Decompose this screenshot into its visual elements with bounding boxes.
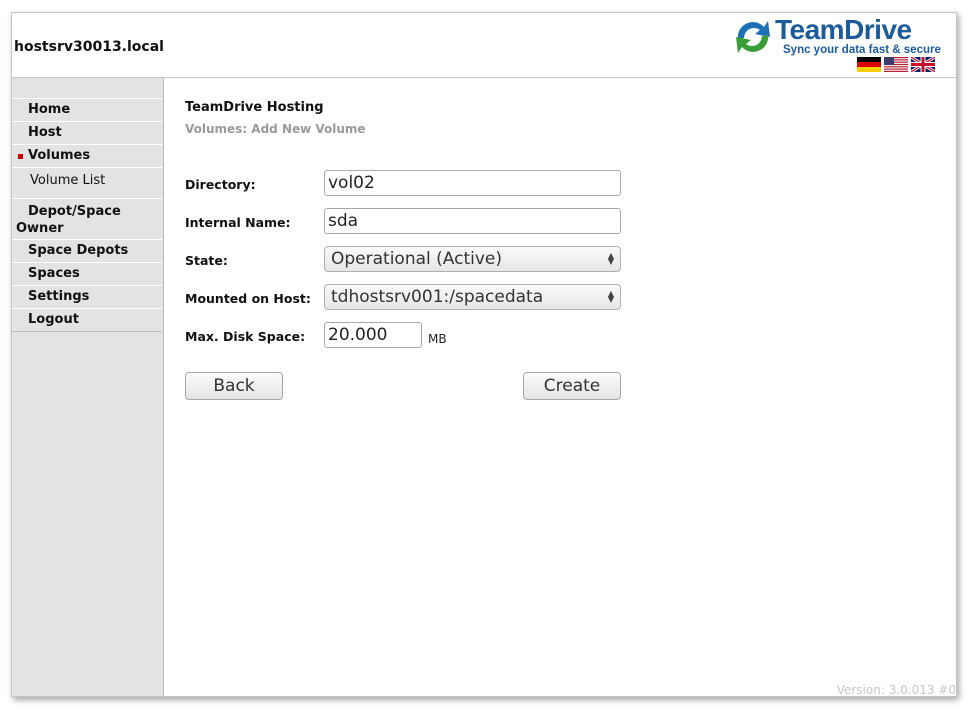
back-button[interactable]: Back (185, 372, 283, 400)
page-title: TeamDrive Hosting (185, 100, 324, 115)
page-header: hostsrv30013.local TeamDrive Sync your d… (12, 13, 956, 78)
state-select[interactable]: Operational (Active) ▲ ▼ (324, 246, 621, 272)
select-arrows-icon: ▲ ▼ (607, 289, 614, 304)
sidebar-item-logout[interactable]: Logout (12, 308, 162, 332)
directory-label: Directory: (185, 177, 256, 192)
logo-title: TeamDrive (775, 14, 912, 45)
flag-uk-icon[interactable] (911, 57, 935, 72)
max-disk-space-label: Max. Disk Space: (185, 329, 306, 344)
logo-tagline: Sync your data fast & secure (783, 44, 941, 56)
browser-window: hostsrv30013.local TeamDrive Sync your d… (11, 12, 957, 697)
internal-name-label: Internal Name: (185, 215, 291, 230)
max-disk-space-input[interactable]: 20.000 (324, 322, 422, 348)
state-label: State: (185, 253, 228, 268)
create-button[interactable]: Create (523, 372, 621, 400)
directory-input[interactable]: vol02 (324, 170, 621, 196)
flag-usa-icon[interactable] (884, 57, 908, 72)
mounted-on-host-select[interactable]: tdhostsrv001:/spacedata ▲ ▼ (324, 284, 621, 310)
select-arrows-icon: ▲ ▼ (607, 251, 614, 266)
state-select-value: Operational (Active) (331, 249, 502, 269)
mounted-on-host-value: tdhostsrv001:/spacedata (331, 287, 544, 307)
sidebar-item-host[interactable]: Host (12, 121, 162, 145)
main-content: TeamDrive Hosting Volumes: Add New Volum… (164, 78, 956, 696)
sync-arrows-icon (736, 21, 770, 53)
sidebar-item-depot-space-owner[interactable]: Depot/Space Owner (12, 198, 162, 240)
internal-name-input[interactable]: sda (324, 208, 621, 234)
active-marker-icon (18, 154, 23, 159)
sidebar-item-spaces[interactable]: Spaces (12, 262, 162, 286)
hostname-label: hostsrv30013.local (14, 39, 164, 55)
sidebar-item-settings[interactable]: Settings (12, 285, 162, 309)
page-subtitle: Volumes: Add New Volume (185, 122, 366, 136)
disk-unit-label: MB (428, 332, 447, 346)
sidebar-item-volume-list[interactable]: Volume List (12, 167, 162, 199)
flag-germany-icon[interactable] (857, 57, 881, 72)
mounted-on-host-label: Mounted on Host: (185, 291, 311, 306)
sidebar-nav: Home Host Volumes Volume List Depot/Spac… (12, 78, 164, 696)
sidebar-item-volumes[interactable]: Volumes (12, 144, 162, 168)
version-label: Version: 3.0.013 #0 (836, 683, 956, 697)
sidebar-item-home[interactable]: Home (12, 98, 162, 122)
sidebar-item-space-depots[interactable]: Space Depots (12, 239, 162, 263)
teamdrive-logo: TeamDrive Sync your data fast & secure (730, 14, 941, 61)
